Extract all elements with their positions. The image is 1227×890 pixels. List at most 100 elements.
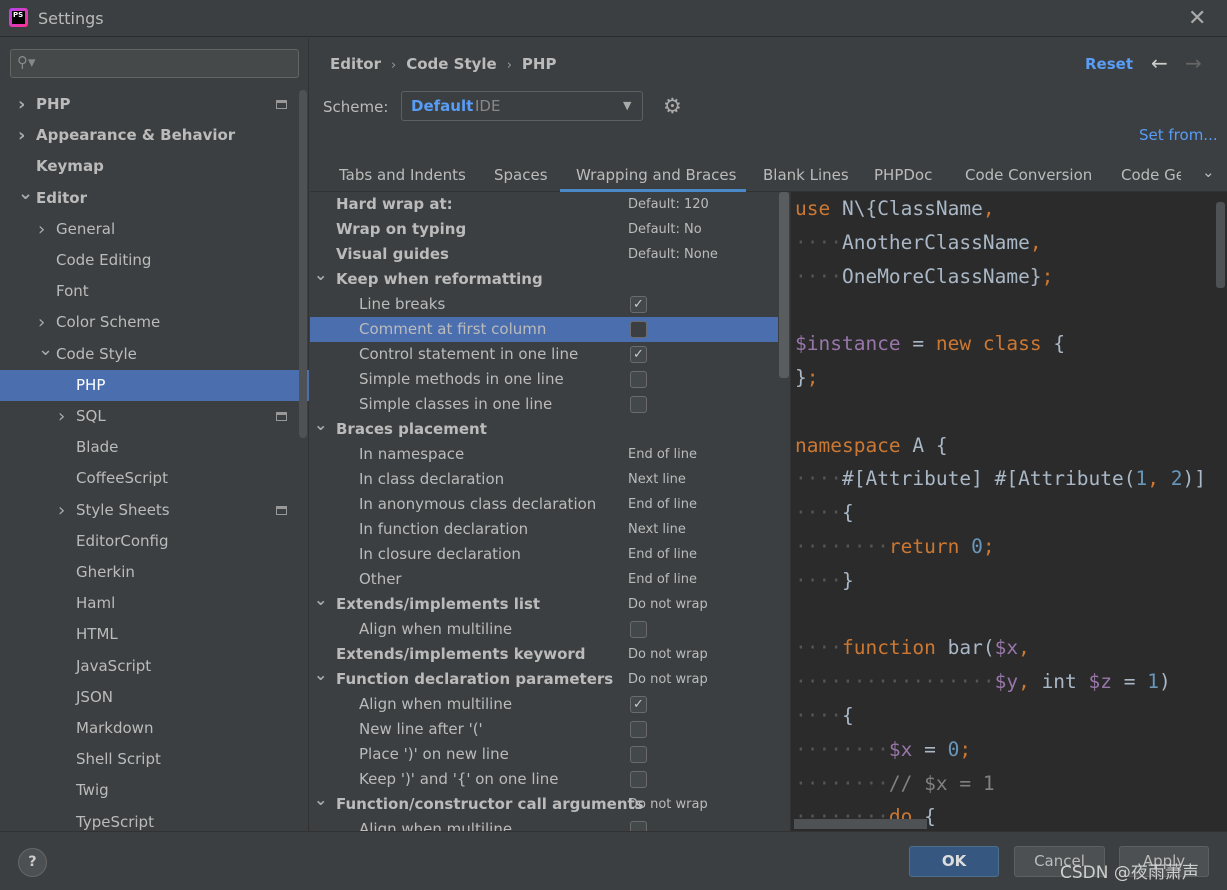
sidebar-item-coffeescript[interactable]: CoffeeScript [0,463,309,494]
sidebar-item-sql[interactable]: › SQL [0,401,309,432]
search-input[interactable]: ⚲▾ [10,49,299,78]
option-checkbox[interactable] [630,321,647,338]
option-value[interactable]: Next line [628,517,686,542]
sidebar-item-php[interactable]: › PHP [0,89,309,120]
code-vertical-scrollbar[interactable] [1216,202,1225,288]
option-row[interactable]: Align when multiline ✓ [310,692,778,717]
option-row[interactable]: Extends/implements keyword Do not wrap [310,642,778,667]
option-row[interactable]: In class declaration Next line [310,467,778,492]
scheme-dropdown[interactable]: Default IDE ▼ [401,91,643,121]
chevron-down-icon[interactable]: ⌄ [314,412,327,437]
option-row[interactable]: Hard wrap at: Default: 120 [310,192,778,217]
sidebar-item-gherkin[interactable]: Gherkin [0,557,309,588]
option-value[interactable]: Do not wrap [628,792,708,817]
option-row[interactable]: Align when multiline [310,617,778,642]
option-checkbox[interactable]: ✓ [630,296,647,313]
chevron-down-icon[interactable]: ⌄ [38,334,53,365]
tab-spaces[interactable]: Spaces [494,158,554,192]
chevron-down-icon[interactable]: ⌄ [314,587,327,612]
sidebar-item-markdown[interactable]: Markdown [0,713,309,744]
option-value[interactable]: Default: None [628,242,718,267]
sidebar-item-json[interactable]: JSON [0,682,309,713]
chevron-right-icon[interactable]: › [38,214,45,245]
sidebar-item-javascript[interactable]: JavaScript [0,651,309,682]
option-checkbox[interactable] [630,746,647,763]
chevron-down-icon[interactable]: ⌄ [18,178,33,209]
chevron-right-icon[interactable]: › [58,401,65,432]
option-checkbox[interactable]: ✓ [630,346,647,363]
option-value[interactable]: Default: 120 [628,192,709,217]
code-horizontal-scrollbar[interactable] [794,819,927,829]
option-value[interactable]: Do not wrap [628,667,708,692]
option-row[interactable]: ⌄ Extends/implements list Do not wrap [310,590,778,617]
option-row[interactable]: In closure declaration End of line [310,542,778,567]
sidebar-item-general[interactable]: › General [0,214,309,245]
set-from-link[interactable]: Set from... [1139,126,1218,144]
option-value[interactable]: Next line [628,467,686,492]
option-row[interactable]: ⌄ Function declaration parameters Do not w… [310,665,778,692]
option-row[interactable]: Control statement in one line ✓ [310,342,778,367]
tab-blank-lines[interactable]: Blank Lines [763,158,853,192]
back-arrow-icon[interactable]: ← [1151,51,1168,75]
option-value[interactable]: End of line [628,542,697,567]
sidebar-item-twig[interactable]: Twig [0,775,309,806]
option-checkbox[interactable] [630,396,647,413]
tab-phpdoc[interactable]: PHPDoc [874,158,944,192]
chevron-right-icon[interactable]: › [18,89,25,120]
option-row[interactable]: Align when multiline [310,817,778,831]
option-checkbox[interactable] [630,371,647,388]
close-icon[interactable]: ✕ [1188,6,1206,31]
sidebar-item-font[interactable]: Font [0,276,309,307]
option-row[interactable]: Visual guides Default: None [310,242,778,267]
option-row[interactable]: New line after '(' [310,717,778,742]
option-checkbox[interactable] [630,721,647,738]
sidebar-item-shell-script[interactable]: Shell Script [0,744,309,775]
option-row[interactable]: Place ')' on new line [310,742,778,767]
option-row[interactable]: ⌄ Keep when reformatting [310,265,778,292]
chevron-down-icon[interactable]: ⌄ [314,262,327,287]
sidebar-item-haml[interactable]: Haml [0,588,309,619]
sidebar-item-code-editing[interactable]: Code Editing [0,245,309,276]
option-row[interactable]: Wrap on typing Default: No [310,217,778,242]
option-value[interactable]: End of line [628,492,697,517]
option-row[interactable]: Comment at first column [310,317,778,342]
option-checkbox[interactable] [630,621,647,638]
option-row[interactable]: Other End of line [310,567,778,592]
option-value[interactable]: Default: No [628,217,702,242]
chevron-down-icon[interactable]: ⌄ [314,662,327,687]
help-button[interactable]: ? [18,848,47,877]
sidebar-item-blade[interactable]: Blade [0,432,309,463]
options-scrollbar[interactable] [779,192,789,378]
option-value[interactable]: End of line [628,442,697,467]
sidebar-item-style-sheets[interactable]: › Style Sheets [0,495,309,526]
tab-wrapping-and-braces[interactable]: Wrapping and Braces [560,158,746,192]
option-row[interactable]: Simple methods in one line [310,367,778,392]
option-value[interactable]: Do not wrap [628,592,708,617]
option-row[interactable]: ⌄ Function/constructor call arguments Do n… [310,790,778,817]
option-value[interactable]: Do not wrap [628,642,708,667]
tab-tabs-and-indents[interactable]: Tabs and Indents [339,158,479,192]
sidebar-item-editorconfig[interactable]: EditorConfig [0,526,309,557]
option-row[interactable]: Simple classes in one line [310,392,778,417]
sidebar-item-keymap[interactable]: Keymap [0,151,309,182]
sidebar-item-editor[interactable]: ⌄ Editor [0,183,309,214]
option-row[interactable]: In namespace End of line [310,442,778,467]
option-checkbox[interactable]: ✓ [630,696,647,713]
option-value[interactable]: End of line [628,567,697,592]
gear-icon[interactable]: ⚙ [663,94,682,118]
sidebar-item-code-style[interactable]: ⌄ Code Style [0,339,309,370]
sidebar-scrollbar[interactable] [299,90,307,438]
option-checkbox[interactable] [630,771,647,788]
option-row[interactable]: In anonymous class declaration End of lin… [310,492,778,517]
option-row[interactable]: Line breaks ✓ [310,292,778,317]
reset-link[interactable]: Reset [1085,55,1133,73]
option-row[interactable]: Keep ')' and '{' on one line [310,767,778,792]
tab-code-generation[interactable]: Code Generation [1121,158,1181,192]
option-row[interactable]: ⌄ Braces placement [310,415,778,442]
tab-code-conversion[interactable]: Code Conversion [965,158,1105,192]
chevron-right-icon[interactable]: › [18,120,25,151]
ok-button[interactable]: OK [909,846,999,877]
chevron-right-icon[interactable]: › [58,495,65,526]
option-checkbox[interactable] [630,821,647,831]
chevron-down-icon[interactable]: ⌄ [314,787,327,812]
